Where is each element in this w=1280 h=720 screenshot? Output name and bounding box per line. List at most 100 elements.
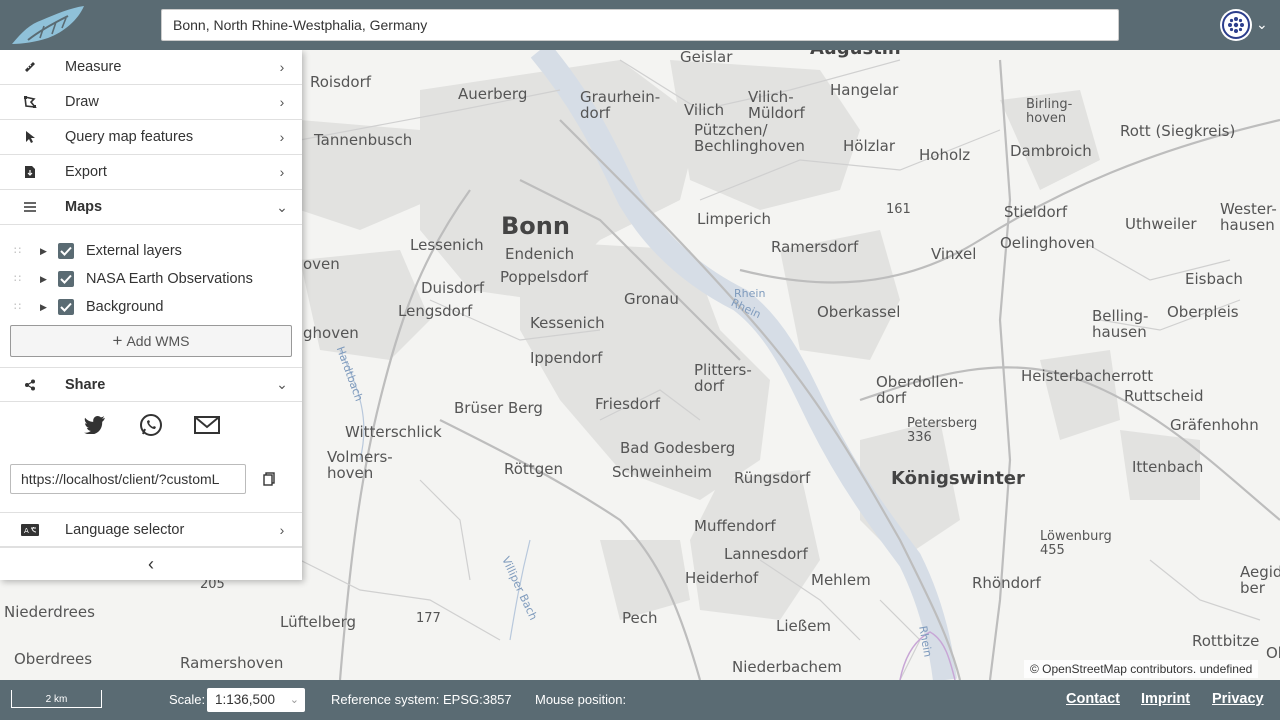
add-wms-button[interactable]: + Add WMS bbox=[10, 325, 292, 357]
layer-checkbox[interactable] bbox=[58, 243, 74, 259]
place-label: Niederbachem bbox=[732, 658, 842, 676]
mouse-position: Mouse position: bbox=[535, 692, 627, 707]
place-label: Oberdrees bbox=[14, 650, 93, 668]
collapse-sidebar-button[interactable]: ‹ bbox=[0, 547, 302, 580]
app-logo[interactable] bbox=[8, 2, 86, 48]
place-label: Gronau bbox=[624, 290, 679, 308]
tool-measure[interactable]: Measure › bbox=[0, 50, 302, 85]
place-label: Ließem bbox=[776, 617, 832, 635]
bottom-bar: 2 km Scale: 1:136,500 ⌄ Reference system… bbox=[0, 680, 1280, 720]
plus-icon: + bbox=[112, 331, 123, 350]
map-attribution[interactable]: © OpenStreetMap contributors. undefined bbox=[1024, 660, 1259, 678]
place-label: 177 bbox=[416, 611, 441, 626]
reference-system: Reference system: EPSG:3857 bbox=[331, 692, 512, 707]
place-label: Rottbitze bbox=[1192, 632, 1260, 650]
place-label: Petersberg 336 bbox=[907, 416, 978, 445]
place-label: Geislar bbox=[680, 48, 733, 66]
layer-label: External layers bbox=[86, 243, 182, 259]
place-label: Dambroich bbox=[1010, 142, 1092, 160]
place-label: Ramershoven bbox=[180, 654, 284, 672]
place-label: Vilich- Müldorf bbox=[748, 88, 805, 122]
ruler-icon bbox=[0, 60, 65, 74]
place-label: Ober bbox=[1266, 644, 1280, 662]
place-label: Königswinter bbox=[891, 468, 1025, 489]
avatar bbox=[1220, 9, 1252, 41]
scale-select[interactable]: 1:136,500 ⌄ bbox=[207, 688, 305, 712]
leaf-logo-icon bbox=[12, 6, 84, 44]
emblem-icon bbox=[1222, 11, 1250, 39]
add-wms-label: Add WMS bbox=[126, 333, 190, 349]
contact-link[interactable]: Contact bbox=[1066, 691, 1120, 707]
tool-draw[interactable]: Draw › bbox=[0, 85, 302, 120]
place-label: Aegid- ber bbox=[1240, 563, 1280, 597]
chevron-down-icon: ⌄ bbox=[289, 694, 299, 706]
privacy-link[interactable]: Privacy bbox=[1212, 691, 1264, 707]
imprint-link[interactable]: Imprint bbox=[1141, 691, 1190, 707]
place-label: Mehlem bbox=[811, 571, 871, 589]
place-label: Tannenbusch bbox=[314, 131, 413, 149]
whatsapp-icon[interactable] bbox=[137, 411, 165, 439]
place-label: Schweinheim bbox=[612, 463, 712, 481]
place-label: Ramersdorf bbox=[771, 238, 859, 256]
maps-label: Maps bbox=[65, 199, 103, 215]
share-section-header[interactable]: Share ⌄ bbox=[0, 367, 302, 402]
layer-row[interactable]: ∷ ▶ NASA Earth Observations bbox=[0, 265, 302, 293]
tool-export-label: Export bbox=[65, 164, 107, 180]
place-label: Duisdorf bbox=[421, 279, 485, 297]
tool-draw-label: Draw bbox=[65, 94, 99, 110]
place-label: Uthweiler bbox=[1125, 215, 1197, 233]
layer-label: Background bbox=[86, 299, 164, 315]
chevron-right-icon: › bbox=[279, 164, 285, 180]
layer-label: NASA Earth Observations bbox=[86, 271, 253, 287]
twitter-icon[interactable] bbox=[81, 411, 109, 439]
tool-export[interactable]: Export › bbox=[0, 155, 302, 190]
scale-bar: 2 km bbox=[11, 690, 102, 708]
layer-row[interactable]: ∷ ▶ Background bbox=[0, 293, 302, 321]
caret-right-icon[interactable]: ▶ bbox=[40, 274, 54, 285]
place-label: Lengsdorf bbox=[398, 302, 473, 320]
place-label: Heiderhof bbox=[685, 569, 759, 587]
caret-right-icon[interactable]: ▶ bbox=[40, 246, 54, 257]
language-label: Language selector bbox=[65, 521, 185, 538]
search-input[interactable]: Bonn, North Rhine-Westphalia, Germany bbox=[161, 9, 1119, 41]
share-icon bbox=[0, 379, 65, 391]
caret-right-icon[interactable]: ▶ bbox=[40, 302, 54, 313]
place-label: Hölzlar bbox=[843, 137, 896, 155]
maps-section-header[interactable]: Maps ⌄ bbox=[0, 190, 302, 225]
copy-icon[interactable] bbox=[258, 468, 280, 490]
place-label: Kessenich bbox=[530, 314, 605, 332]
place-label: Birling- hoven bbox=[1026, 97, 1073, 126]
layer-row[interactable]: ∷ ▶ External layers bbox=[0, 237, 302, 265]
chevron-right-icon: › bbox=[279, 94, 285, 110]
place-label: Lüftelberg bbox=[280, 613, 357, 631]
chevron-right-icon: › bbox=[279, 59, 285, 75]
drag-handle-icon[interactable]: ∷ bbox=[14, 246, 32, 257]
chevron-down-icon: ⌄ bbox=[276, 376, 288, 392]
email-icon[interactable] bbox=[193, 411, 221, 439]
chevron-right-icon: › bbox=[279, 521, 285, 538]
share-url-field[interactable]: https://localhost/client/?customL bbox=[10, 464, 246, 494]
layer-checkbox[interactable] bbox=[58, 299, 74, 315]
chevron-left-icon: ‹ bbox=[148, 553, 154, 574]
place-label: Rhöndorf bbox=[972, 574, 1041, 592]
place-label: Auerberg bbox=[458, 85, 528, 103]
language-selector[interactable]: A Language selector › bbox=[0, 512, 302, 547]
chevron-down-icon: ⌄ bbox=[1256, 17, 1268, 33]
place-label: Heisterbacherrott bbox=[1021, 367, 1154, 385]
place-label: Pützchen/ Bechlinghoven bbox=[694, 121, 805, 155]
user-menu[interactable]: ⌄ bbox=[1220, 8, 1276, 42]
layer-checkbox[interactable] bbox=[58, 271, 74, 287]
place-label: Muffendorf bbox=[694, 517, 776, 535]
list-icon bbox=[0, 201, 65, 213]
share-label: Share bbox=[65, 376, 106, 393]
place-label: Ittenbach bbox=[1132, 458, 1204, 476]
sidebar: Measure › Draw › Query map features › Ex… bbox=[0, 50, 302, 580]
place-label: Brüser Berg bbox=[454, 399, 543, 417]
drag-handle-icon[interactable]: ∷ bbox=[14, 302, 32, 313]
place-label: Friesdorf bbox=[595, 395, 661, 413]
place-label: Oelinghoven bbox=[1000, 234, 1095, 252]
drag-handle-icon[interactable]: ∷ bbox=[14, 274, 32, 285]
place-label: Oberdollen- dorf bbox=[876, 373, 964, 407]
place-label: Pech bbox=[622, 609, 658, 627]
tool-query-map-features[interactable]: Query map features › bbox=[0, 120, 302, 155]
